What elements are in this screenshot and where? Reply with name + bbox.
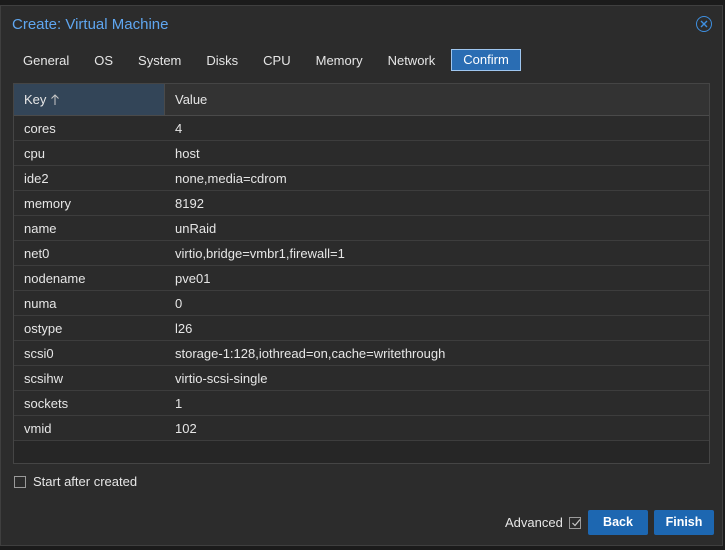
- table-row[interactable]: scsi0 storage-1:128,iothread=on,cache=wri…: [14, 341, 709, 366]
- column-header-value[interactable]: Value: [165, 84, 709, 115]
- row-key: memory: [24, 196, 71, 211]
- row-value: pve01: [175, 271, 211, 286]
- row-value: host: [175, 146, 200, 161]
- table-row[interactable]: memory 8192: [14, 191, 709, 216]
- row-key: numa: [24, 296, 57, 311]
- row-key: name: [24, 221, 57, 236]
- row-key: sockets: [24, 396, 69, 411]
- tab-disks[interactable]: Disks: [194, 49, 250, 71]
- row-key: ostype: [24, 321, 63, 336]
- table-row[interactable]: numa 0: [14, 291, 709, 316]
- row-value: 8192: [175, 196, 204, 211]
- row-value: 102: [175, 421, 197, 436]
- table-row[interactable]: vmid 102: [14, 416, 709, 441]
- table-row[interactable]: cpu host: [14, 141, 709, 166]
- table-row[interactable]: name unRaid: [14, 216, 709, 241]
- table-row[interactable]: scsihw virtio-scsi-single: [14, 366, 709, 391]
- row-key: scsihw: [24, 371, 64, 386]
- table-row[interactable]: cores 4: [14, 116, 709, 141]
- advanced-toggle[interactable]: Advanced: [505, 515, 581, 530]
- dialog-titlebar: Create: Virtual Machine: [1, 6, 722, 42]
- table-row[interactable]: ide2 none,media=cdrom: [14, 166, 709, 191]
- row-value: 0: [175, 296, 183, 311]
- row-value: virtio,bridge=vmbr1,firewall=1: [175, 246, 345, 261]
- tab-general[interactable]: General: [11, 49, 81, 71]
- row-key: cpu: [24, 146, 45, 161]
- close-icon[interactable]: [696, 16, 712, 32]
- row-key: cores: [24, 121, 56, 136]
- column-header-key[interactable]: Key: [14, 84, 165, 115]
- advanced-checkbox[interactable]: [568, 516, 581, 529]
- table-row[interactable]: nodename pve01: [14, 266, 709, 291]
- row-value: 4: [175, 121, 183, 136]
- row-key: scsi0: [24, 346, 54, 361]
- row-key: vmid: [24, 421, 52, 436]
- tab-memory[interactable]: Memory: [304, 49, 375, 71]
- table-row[interactable]: sockets 1: [14, 391, 709, 416]
- grid-body: cores 4 cpu host ide2 none,media=cdrom memory 8…: [14, 116, 709, 441]
- start-after-created-label: Start after created: [33, 474, 138, 489]
- row-key: nodename: [24, 271, 86, 286]
- start-after-created-checkbox[interactable]: [14, 475, 26, 488]
- tab-network[interactable]: Network: [376, 49, 448, 71]
- row-key: net0: [24, 246, 50, 261]
- start-after-created-toggle[interactable]: Start after created: [14, 474, 137, 489]
- arrow-up-icon: [51, 93, 60, 105]
- row-value: 1: [175, 396, 183, 411]
- grid-header: Key Value: [14, 84, 709, 116]
- finish-button[interactable]: Finish: [654, 510, 714, 535]
- row-value: l26: [175, 321, 193, 336]
- row-value: virtio-scsi-single: [175, 371, 268, 386]
- checkmark-icon: [571, 518, 581, 526]
- tab-cpu[interactable]: CPU: [251, 49, 302, 71]
- row-value: none,media=cdrom: [175, 171, 287, 186]
- back-button[interactable]: Back: [588, 510, 648, 535]
- dialog-title: Create: Virtual Machine: [12, 16, 169, 33]
- summary-grid: Key Value cores 4 cpu host ide2 none,media=cd…: [13, 83, 710, 464]
- tab-system[interactable]: System: [126, 49, 193, 71]
- column-header-key-label: Key: [24, 92, 47, 107]
- wizard-tabs: General OS System Disks CPU Memory Netwo…: [11, 49, 522, 73]
- tab-confirm[interactable]: Confirm: [451, 49, 521, 71]
- advanced-label: Advanced: [505, 515, 563, 530]
- table-row[interactable]: ostype l26: [14, 316, 709, 341]
- row-key: ide2: [24, 171, 49, 186]
- row-value: unRaid: [175, 221, 217, 236]
- tab-os[interactable]: OS: [82, 49, 125, 71]
- row-value: storage-1:128,iothread=on,cache=writethr…: [175, 346, 446, 361]
- table-row[interactable]: net0 virtio,bridge=vmbr1,firewall=1: [14, 241, 709, 266]
